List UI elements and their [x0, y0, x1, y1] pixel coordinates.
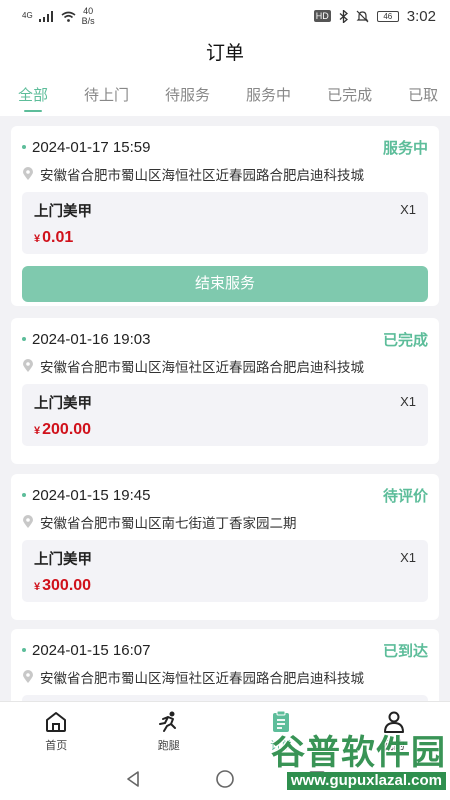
bullet-dot-icon [22, 648, 26, 652]
speed-unit: B/s [81, 16, 95, 26]
price-value: 0.01 [42, 229, 74, 246]
order-item: 上门美甲 X1 ¥300.00 [22, 540, 428, 602]
order-item: 上门美甲 X1 ¥200.00 [22, 384, 428, 446]
order-address: 安徽省合肥市蜀山区海恒社区近春园路合肥启迪科技城 [40, 671, 364, 686]
order-date: 2024-01-16 19:03 [32, 330, 151, 348]
network-type: 4G [22, 11, 33, 20]
battery-icon: 46 [376, 10, 399, 22]
tabbar-label: 首页 [45, 740, 68, 752]
location-pin-icon [23, 515, 33, 528]
item-name: 上门美甲 [34, 396, 92, 412]
bullet-dot-icon [22, 145, 26, 149]
clipboard-icon [273, 710, 290, 732]
item-name: 上门美甲 [34, 552, 92, 568]
order-address: 安徽省合肥市蜀山区海恒社区近春园路合肥启迪科技城 [40, 360, 364, 375]
item-price: ¥200.00 [34, 421, 416, 439]
price-value: 300.00 [42, 577, 92, 594]
bullet-dot-icon [22, 493, 26, 497]
currency-symbol: ¥ [34, 581, 41, 593]
price-value: 200.00 [42, 421, 92, 438]
currency-symbol: ¥ [34, 425, 41, 437]
item-quantity: X1 [400, 394, 416, 409]
order-status: 服务中 [382, 139, 428, 157]
tabbar-label: 跑腿 [157, 740, 180, 752]
tab-all[interactable]: 全部 [18, 76, 48, 116]
order-date: 2024-01-17 15:59 [32, 138, 151, 156]
user-icon [383, 711, 404, 733]
signal-icon [38, 10, 53, 22]
network-speed: 40 B/s [82, 6, 95, 26]
hd-badge: HD [313, 10, 331, 22]
back-triangle-icon[interactable] [123, 769, 143, 789]
mute-bell-icon [356, 10, 369, 22]
home-icon [46, 712, 67, 732]
order-filter-tabs: 全部 待上门 待服务 服务中 已完成 已取 [0, 76, 450, 116]
clock: 3:02 [406, 7, 436, 25]
order-list: 2024-01-17 15:59 服务中 安徽省合肥市蜀山区海恒社区近春园路合肥… [0, 126, 450, 701]
watermark-url: www.gupuxlazal.com [286, 772, 446, 790]
order-card[interactable]: 2024-01-17 15:59 服务中 安徽省合肥市蜀山区海恒社区近春园路合肥… [11, 126, 439, 306]
order-date: 2024-01-15 16:07 [32, 641, 151, 659]
item-quantity: X1 [400, 202, 416, 217]
tab-pending-visit[interactable]: 待上门 [84, 76, 129, 116]
item-price: ¥0.01 [34, 229, 416, 247]
item-name: 上门美甲 [34, 204, 92, 220]
order-address: 安徽省合肥市蜀山区南七街道丁香家园二期 [40, 516, 297, 531]
speed-value: 40 [83, 6, 94, 16]
order-status: 待评价 [382, 487, 428, 505]
order-card[interactable]: 2024-01-15 16:07 已到达 安徽省合肥市蜀山区海恒社区近春园路合肥… [11, 629, 439, 701]
order-status: 已到达 [382, 642, 428, 660]
watermark: 谷普软件园 www.gupuxlazal.com [236, 734, 446, 796]
bluetooth-icon [339, 9, 348, 23]
order-status: 已完成 [382, 331, 428, 349]
currency-symbol: ¥ [34, 233, 41, 245]
end-service-button[interactable]: 结束服务 [22, 266, 428, 302]
wifi-icon [61, 11, 76, 22]
location-pin-icon [23, 670, 33, 683]
bullet-dot-icon [22, 337, 26, 341]
watermark-text: 谷普软件园 [271, 733, 446, 773]
home-circle-icon[interactable] [215, 769, 235, 789]
order-date: 2024-01-15 19:45 [32, 486, 151, 504]
page-title: 订单 [0, 32, 450, 76]
status-bar: 4G 40 B/s HD 46 3:02 [0, 0, 450, 32]
tabbar-home[interactable]: 首页 [0, 702, 113, 757]
location-pin-icon [23, 359, 33, 372]
order-item: 上门美甲 X1 ¥0.01 [22, 192, 428, 254]
location-pin-icon [23, 167, 33, 180]
tabbar-errand[interactable]: 跑腿 [113, 702, 226, 757]
order-address: 安徽省合肥市蜀山区海恒社区近春园路合肥启迪科技城 [40, 168, 364, 183]
tab-cancelled[interactable]: 已取 [408, 76, 438, 116]
item-price: ¥300.00 [34, 577, 416, 595]
tab-in-service[interactable]: 服务中 [246, 76, 291, 116]
tab-completed[interactable]: 已完成 [327, 76, 372, 116]
order-card[interactable]: 2024-01-15 19:45 待评价 安徽省合肥市蜀山区南七街道丁香家园二期… [11, 474, 439, 620]
order-card[interactable]: 2024-01-16 19:03 已完成 安徽省合肥市蜀山区海恒社区近春园路合肥… [11, 318, 439, 464]
item-quantity: X1 [400, 550, 416, 565]
tab-pending-service[interactable]: 待服务 [165, 76, 210, 116]
runner-icon [158, 711, 176, 732]
